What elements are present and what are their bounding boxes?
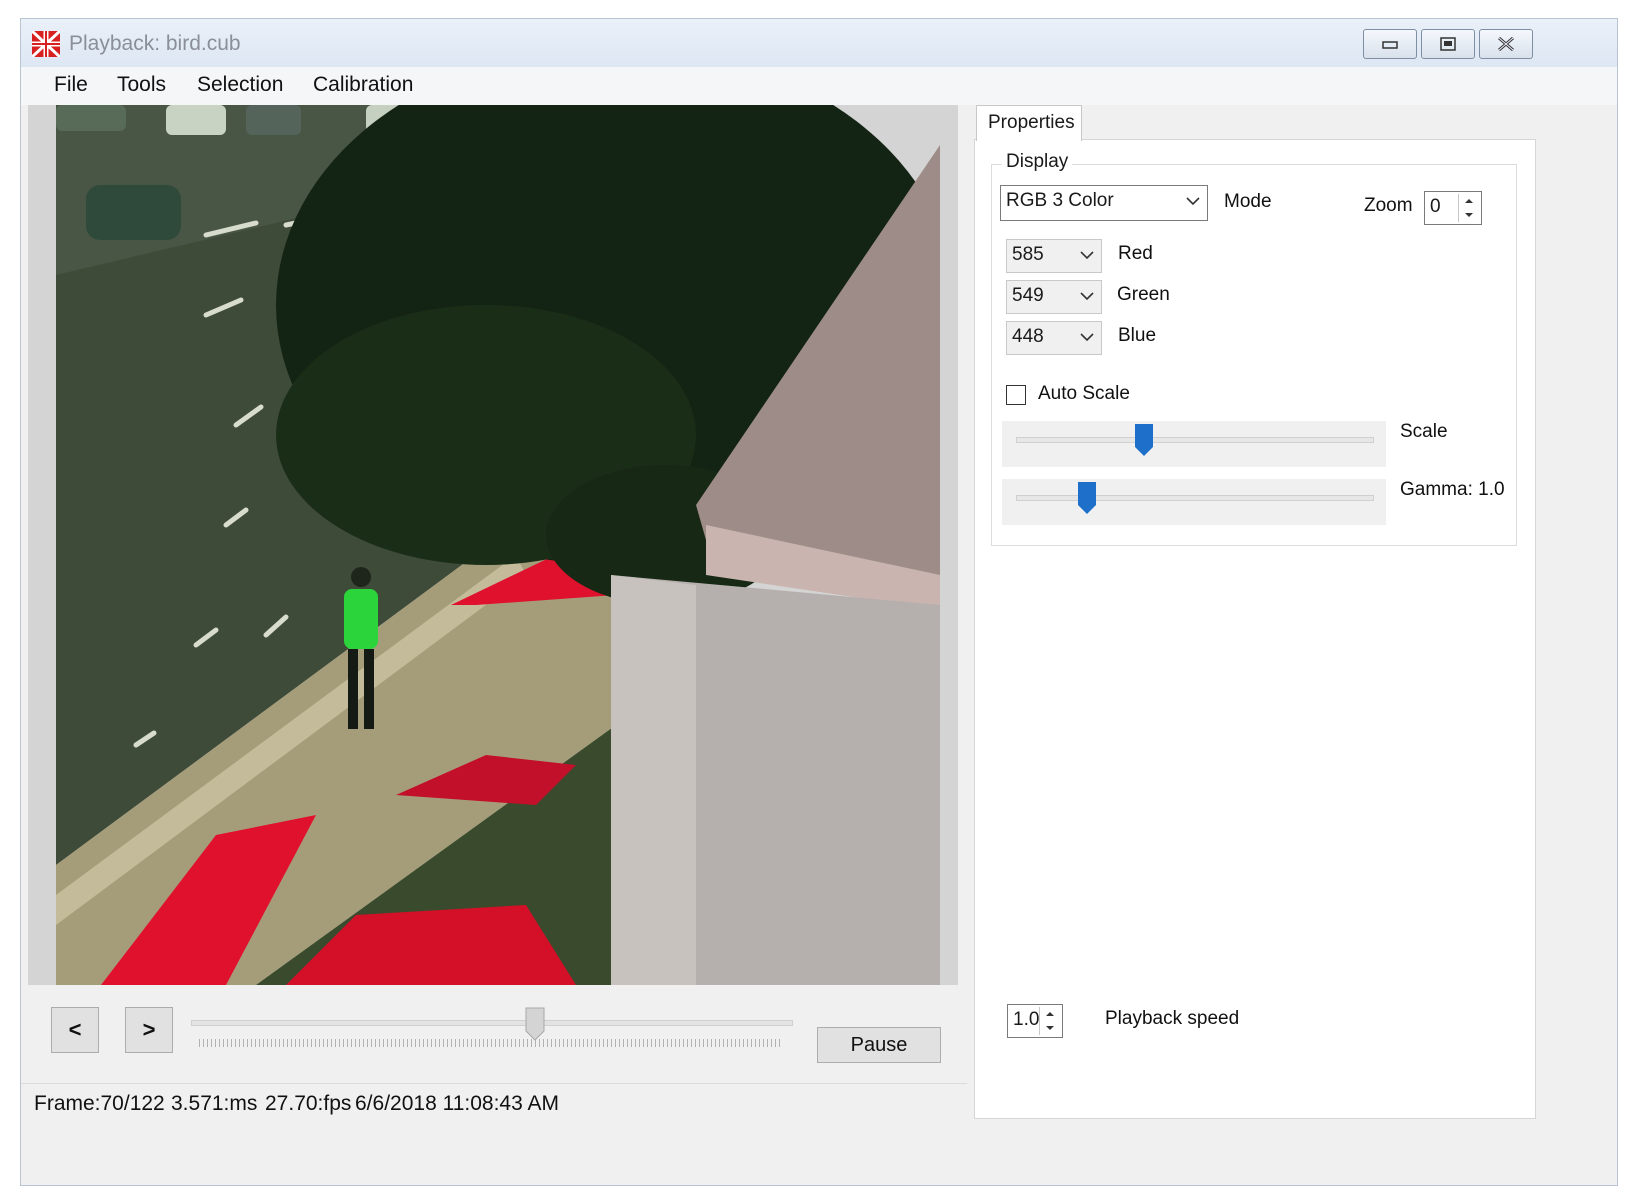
zoom-value: 0: [1430, 196, 1441, 217]
next-frame-button[interactable]: >: [125, 1007, 173, 1053]
timeline-track[interactable]: [191, 1020, 793, 1026]
gamma-label: Gamma: 1.0: [1400, 479, 1505, 500]
app-flag-icon: [32, 31, 60, 57]
window-title: Playback: bird.cub: [69, 32, 241, 55]
minimize-button[interactable]: [1363, 29, 1417, 59]
image-viewport[interactable]: [28, 105, 958, 985]
blue-channel-value: 448: [1012, 326, 1044, 347]
auto-scale-checkbox[interactable]: [1006, 385, 1026, 405]
close-button[interactable]: [1479, 29, 1533, 59]
title-bar[interactable]: Playback: bird.cub: [21, 19, 1617, 67]
scale-label: Scale: [1400, 421, 1448, 442]
menu-file[interactable]: File: [54, 73, 88, 97]
playback-controls: < > Pause: [21, 987, 971, 1083]
camera-frame-image[interactable]: [56, 105, 940, 985]
menu-selection[interactable]: Selection: [197, 73, 283, 97]
minimize-icon: [1382, 41, 1398, 49]
green-channel-value: 549: [1012, 285, 1044, 306]
red-channel-select[interactable]: 585: [1006, 239, 1102, 273]
auto-scale-label: Auto Scale: [1038, 383, 1130, 404]
zoom-stepper[interactable]: 0: [1424, 191, 1482, 225]
pause-button[interactable]: Pause: [817, 1027, 941, 1063]
blue-channel-label: Blue: [1118, 325, 1157, 346]
gamma-slider[interactable]: [1002, 479, 1386, 525]
green-channel-label: Green: [1117, 284, 1170, 305]
previous-frame-button[interactable]: <: [51, 1007, 99, 1053]
zoom-up-icon[interactable]: [1459, 194, 1479, 208]
mode-label: Mode: [1224, 191, 1272, 212]
status-timestamp: 6/6/2018 11:08:43 AM: [355, 1092, 559, 1115]
mode-select-value: RGB 3 Color: [1006, 190, 1114, 211]
menu-bar: File Tools Selection Calibration: [21, 67, 1617, 105]
chevron-down-icon: [1080, 251, 1094, 260]
display-group: Display RGB 3 Color Mode Zoom 0 585 Red: [991, 151, 1517, 546]
speed-down-icon[interactable]: [1040, 1021, 1060, 1035]
properties-panel: Display RGB 3 Color Mode Zoom 0 585 Red: [974, 139, 1536, 1119]
close-icon: [1498, 36, 1514, 52]
red-channel-label: Red: [1118, 243, 1153, 264]
scale-slider-track[interactable]: [1016, 437, 1374, 443]
gamma-slider-thumb[interactable]: [1077, 481, 1097, 515]
playback-speed-label: Playback speed: [1105, 1008, 1240, 1029]
maximize-icon: [1440, 37, 1456, 51]
playback-speed-value: 1.0: [1013, 1009, 1040, 1030]
tab-properties[interactable]: Properties: [976, 105, 1082, 141]
zoom-down-icon[interactable]: [1459, 208, 1479, 222]
playback-speed-stepper[interactable]: 1.0: [1007, 1004, 1063, 1038]
status-exposure: 3.571:ms: [171, 1092, 258, 1115]
scale-slider[interactable]: [1002, 421, 1386, 467]
timeline-thumb[interactable]: [525, 1007, 545, 1041]
maximize-button[interactable]: [1421, 29, 1475, 59]
timeline-ticks: [199, 1039, 783, 1047]
status-fps: 27.70:fps: [265, 1092, 352, 1115]
gamma-slider-track[interactable]: [1016, 495, 1374, 501]
menu-calibration[interactable]: Calibration: [313, 73, 413, 97]
display-group-legend: Display: [1002, 151, 1073, 173]
green-channel-select[interactable]: 549: [1006, 280, 1102, 314]
status-bar: Frame:70/122 3.571:ms 27.70:fps 6/6/2018…: [21, 1083, 967, 1124]
blue-channel-select[interactable]: 448: [1006, 321, 1102, 355]
red-channel-value: 585: [1012, 244, 1044, 265]
mode-select[interactable]: RGB 3 Color: [1000, 185, 1208, 221]
chevron-down-icon: [1080, 333, 1094, 342]
scale-slider-thumb[interactable]: [1134, 423, 1154, 457]
status-frame: Frame:70/122: [34, 1092, 165, 1115]
chevron-down-icon: [1080, 292, 1094, 301]
chevron-down-icon: [1186, 197, 1200, 206]
speed-up-icon[interactable]: [1040, 1007, 1060, 1021]
zoom-label: Zoom: [1364, 195, 1413, 216]
menu-tools[interactable]: Tools: [117, 73, 166, 97]
playback-window: Playback: bird.cub File Tools Selection …: [20, 18, 1618, 1186]
